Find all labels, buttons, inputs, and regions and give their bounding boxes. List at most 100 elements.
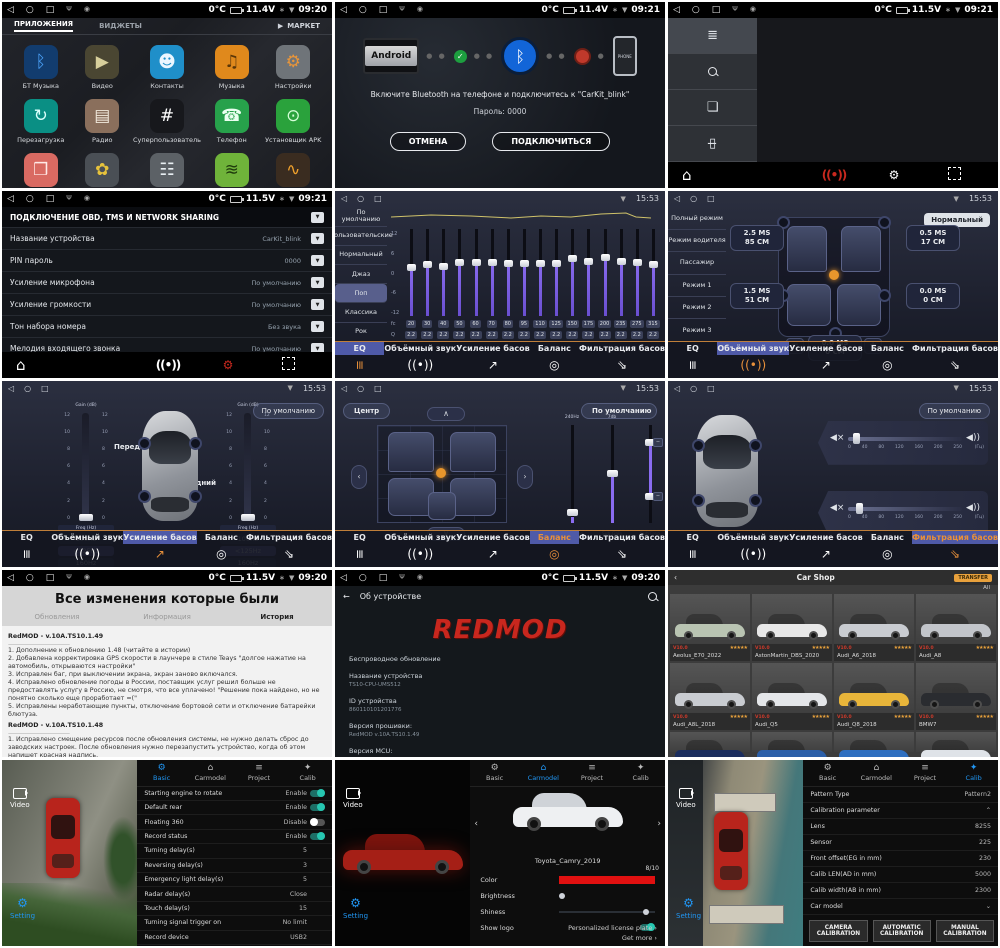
- collapse-button[interactable]: ▼: [311, 212, 324, 223]
- car-image[interactable]: [752, 594, 832, 644]
- toggle-switch[interactable]: [310, 847, 325, 854]
- car-model-card-partial[interactable]: [752, 732, 832, 752]
- audio-tab[interactable]: EQ≡: [2, 531, 51, 567]
- manual-calibration-button[interactable]: MANUAL CALIBRATION: [936, 920, 994, 942]
- delete-button[interactable]: ▯̶: [668, 126, 757, 162]
- app-icon[interactable]: ☻: [150, 45, 184, 79]
- color-row[interactable]: Color: [470, 872, 665, 888]
- automatic-calibration-button[interactable]: AUTOMATIC CALIBRATION: [873, 920, 931, 942]
- eq-preset[interactable]: Пользовательские: [335, 227, 387, 246]
- app-icon[interactable]: ≋: [215, 153, 249, 187]
- back-button[interactable]: ←: [343, 592, 350, 601]
- eq-band-slider[interactable]: [548, 229, 564, 315]
- car-model-card-partial[interactable]: [916, 732, 996, 752]
- app-icon-item[interactable]: ᛒ БТ Музыка: [10, 45, 72, 90]
- toggle-switch[interactable]: [310, 833, 325, 840]
- audio-tab[interactable]: EQ≡: [335, 342, 384, 378]
- dropdown-button[interactable]: ▼: [311, 255, 324, 266]
- app-icon-item[interactable]: ≋ adbWireless: [201, 153, 263, 188]
- camera-tab[interactable]: ✦Calib: [616, 760, 665, 786]
- camera-setting-row[interactable]: Record quality Full HD: [137, 945, 332, 946]
- listening-mode[interactable]: Режим 1: [668, 275, 726, 297]
- camera-setting-row[interactable]: Record device USB2: [137, 931, 332, 945]
- eq-band-slider[interactable]: [613, 229, 629, 315]
- color-swatch[interactable]: [559, 876, 655, 884]
- camera-setting-row[interactable]: Turning signal trigger on No limit: [137, 916, 332, 930]
- eq-band-knob[interactable]: [439, 263, 448, 270]
- eq-band-knob[interactable]: [472, 259, 481, 266]
- home-button[interactable]: ⌂: [682, 166, 692, 184]
- toggle-switch[interactable]: [310, 934, 325, 941]
- camera-setting-row[interactable]: Reversing delay(s) 3: [137, 859, 332, 873]
- car-model-card[interactable]: V10.0★★★★★ AstonMartin_DBS_2020: [752, 594, 832, 661]
- video-button[interactable]: Video: [10, 788, 30, 809]
- eq-band-knob[interactable]: [488, 259, 497, 266]
- cancel-button[interactable]: ОТМЕНА: [390, 132, 467, 151]
- eq-band-slider[interactable]: [516, 229, 532, 315]
- ota-label[interactable]: Беспроводное обновление: [349, 655, 651, 663]
- tab-updates[interactable]: Обновления: [2, 613, 112, 621]
- eq-band-knob[interactable]: [601, 254, 610, 261]
- eq-band-slider[interactable]: [580, 229, 596, 315]
- car-model-card[interactable]: V10.0★★★★★ Aeolus_E70_2022: [670, 594, 750, 661]
- app-icon-item[interactable]: ☻ Контакты: [133, 45, 201, 90]
- eq-band-knob[interactable]: [584, 258, 593, 265]
- car-image[interactable]: [834, 594, 914, 644]
- eq-preset[interactable]: Джаз: [335, 265, 387, 284]
- eq-band-knob[interactable]: [617, 258, 626, 265]
- slider-knob[interactable]: [567, 509, 578, 516]
- calibration-row[interactable]: Front offset(EG in mm) 230: [803, 851, 998, 867]
- arrow-left-button[interactable]: ‹: [351, 465, 367, 489]
- eq-preset[interactable]: Классика: [335, 303, 387, 322]
- filter-knob[interactable]: [856, 503, 863, 514]
- camera-setting-row[interactable]: Floating 360 Disable: [137, 815, 332, 829]
- sub-gain-slider[interactable]: 7db Sub Gain: [597, 425, 627, 523]
- audio-tab[interactable]: Баланс◎: [863, 531, 912, 567]
- car-image[interactable]: [670, 663, 750, 713]
- arrow-up-button[interactable]: ∧: [427, 407, 465, 421]
- dropdown-button[interactable]: ▼: [311, 277, 324, 288]
- eq-preset[interactable]: Рок: [335, 323, 387, 342]
- setting-button[interactable]: ⚙Setting: [343, 896, 368, 920]
- audio-tab[interactable]: Усиление басов↗: [456, 342, 529, 378]
- toggle-switch[interactable]: [310, 891, 325, 898]
- app-icon-item[interactable]: ✿ Цвет подсветки: [72, 153, 134, 188]
- car-model-card[interactable]: V10.0★★★★★ Audi_A8L_2018: [670, 663, 750, 730]
- audio-tab[interactable]: Баланс◎: [863, 342, 912, 378]
- license-plate-link[interactable]: Personalized license plate ›: [568, 924, 657, 932]
- eq-band-slider[interactable]: [435, 229, 451, 315]
- settings-button[interactable]: ⚙: [198, 358, 258, 372]
- calibration-row[interactable]: Pattern Type Pattern2: [803, 787, 998, 803]
- filter-all[interactable]: All: [668, 585, 998, 594]
- settings-row[interactable]: Усиление громкости По умолчанию ▼: [2, 294, 332, 316]
- car-model-card[interactable]: V10.0★★★★★ BMW7: [916, 663, 996, 730]
- listening-mode[interactable]: Пассажир: [668, 252, 726, 274]
- audio-tab[interactable]: Усиление басов↗: [789, 342, 862, 378]
- dropdown-button[interactable]: ▼: [311, 321, 324, 332]
- filter-knob[interactable]: [853, 433, 860, 444]
- eq-band-knob[interactable]: [423, 261, 432, 268]
- app-icon-item[interactable]: ⚙ Настройки: [263, 45, 325, 90]
- listening-mode[interactable]: Режим 2: [668, 297, 726, 319]
- front-filter-slider[interactable]: Передний ◀× ◀)) 04080120160200250 (Гц): [818, 421, 988, 465]
- audio-tab[interactable]: Усиление басов↗: [789, 531, 862, 567]
- camera-tab[interactable]: ⌂Carmodel: [852, 760, 901, 786]
- home-button[interactable]: ⌂: [16, 356, 26, 374]
- camera-tab[interactable]: ⚙Basic: [470, 760, 519, 786]
- listening-mode[interactable]: Полный режим: [668, 207, 726, 229]
- app-icon[interactable]: ∿: [276, 153, 310, 187]
- settings-row[interactable]: Усиление микрофона По умолчанию ▼: [2, 272, 332, 294]
- calibration-row[interactable]: Car model ⌄: [803, 899, 998, 915]
- car-model-card[interactable]: V10.0★★★★★ Audi_A8: [916, 594, 996, 661]
- camera-calibration-button[interactable]: CAMERA CALIBRATION: [809, 920, 867, 942]
- screen-snapshot-button[interactable]: [924, 167, 984, 183]
- listener-position-dot[interactable]: [829, 270, 839, 280]
- eq-band-knob[interactable]: [633, 259, 642, 266]
- calibration-row[interactable]: Calib LEN(AD in mm) 5000: [803, 867, 998, 883]
- car-image[interactable]: [834, 663, 914, 713]
- car-image[interactable]: [916, 594, 996, 644]
- audio-tab[interactable]: Фильтрация басов⇘: [579, 531, 665, 567]
- connect-button[interactable]: ПОДКЛЮЧИТЬСЯ: [492, 132, 610, 151]
- audio-tab[interactable]: Фильтрация басов⇘: [579, 342, 665, 378]
- video-button[interactable]: Video: [676, 788, 696, 809]
